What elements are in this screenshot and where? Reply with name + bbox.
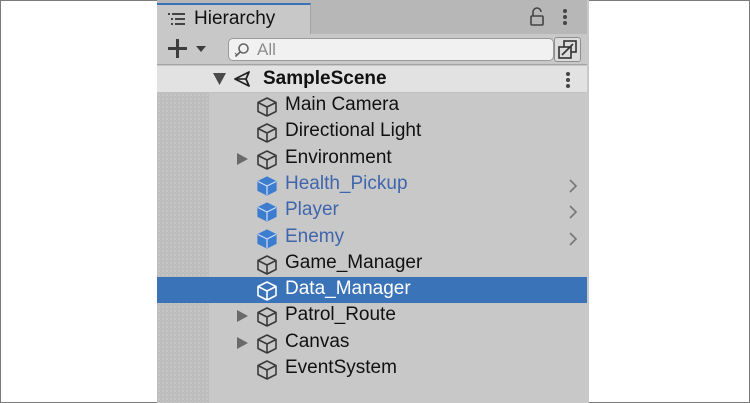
collapse-arrow-icon[interactable] [213,73,226,85]
hierarchy-row-health-pickup[interactable]: Health_Pickup [157,172,587,198]
search-box[interactable] [228,38,554,61]
scene-header[interactable]: SampleScene [157,66,587,93]
tab-title: Hierarchy [194,8,276,29]
row-label: Enemy [285,225,345,247]
chevron-right-icon[interactable] [569,205,578,219]
row-label: Patrol_Route [285,304,396,326]
prefab-icon [257,202,277,222]
unity-scene-icon [234,71,250,87]
row-label: Canvas [285,330,350,352]
gameobject-icon [257,360,277,380]
prefab-icon [257,228,277,249]
expand-arrow-icon[interactable] [237,310,248,323]
scene-name: SampleScene [263,68,387,89]
search-icon [234,43,249,58]
scene-visibility-button[interactable] [554,37,581,62]
gameobject-icon [257,333,277,354]
row-label: Main Camera [285,94,400,115]
chevron-right-icon[interactable] [569,179,578,193]
add-button[interactable] [165,36,211,62]
tab-bar: Hierarchy [157,0,587,34]
row-label: Data_Manager [285,278,411,300]
gameobject-icon [257,97,277,117]
chevron-right-icon[interactable] [569,231,578,246]
hierarchy-panel: Hierarchy All SampleScene Main Camera Di… [157,0,589,403]
hierarchy-row-patrol-route[interactable]: Patrol_Route [157,303,587,329]
hierarchy-toolbar [157,34,587,65]
hierarchy-row-environment[interactable]: Environment [157,146,587,172]
kebab-menu-icon[interactable] [562,8,568,26]
hierarchy-row-game-manager[interactable]: Game_Manager [157,251,587,277]
row-label: Directional Light [285,120,422,142]
scene-menu-icon[interactable] [565,71,571,89]
hierarchy-row-main-camera[interactable]: Main Camera [157,93,587,119]
lock-icon[interactable] [529,7,545,27]
hierarchy-row-eventsystem[interactable]: EventSystem [157,356,587,382]
gameobject-icon [257,123,277,144]
hierarchy-row-enemy[interactable]: Enemy [157,225,587,251]
row-label: Player [285,199,339,221]
hierarchy-row-directional-light[interactable]: Directional Light [157,119,587,145]
gameobject-icon [257,254,277,275]
prefab-icon [257,176,277,196]
gameobject-icon [257,307,277,328]
expand-arrow-icon[interactable] [237,152,248,165]
scene-visibility-icon [558,40,577,59]
row-label: Health_Pickup [285,172,408,194]
search-input[interactable] [257,40,547,59]
list-icon [168,13,185,25]
gameobject-icon [257,281,277,301]
row-label: Game_Manager [285,251,423,273]
hierarchy-row-player[interactable]: Player [157,198,587,224]
hierarchy-row-canvas[interactable]: Canvas [157,330,587,356]
row-label: Environment [285,146,392,168]
tab-hierarchy[interactable]: Hierarchy [157,3,311,34]
gameobject-icon [257,149,277,170]
expand-arrow-icon[interactable] [237,336,248,349]
hierarchy-row-data-manager[interactable]: Data_Manager [157,277,587,304]
row-label: EventSystem [285,357,397,378]
